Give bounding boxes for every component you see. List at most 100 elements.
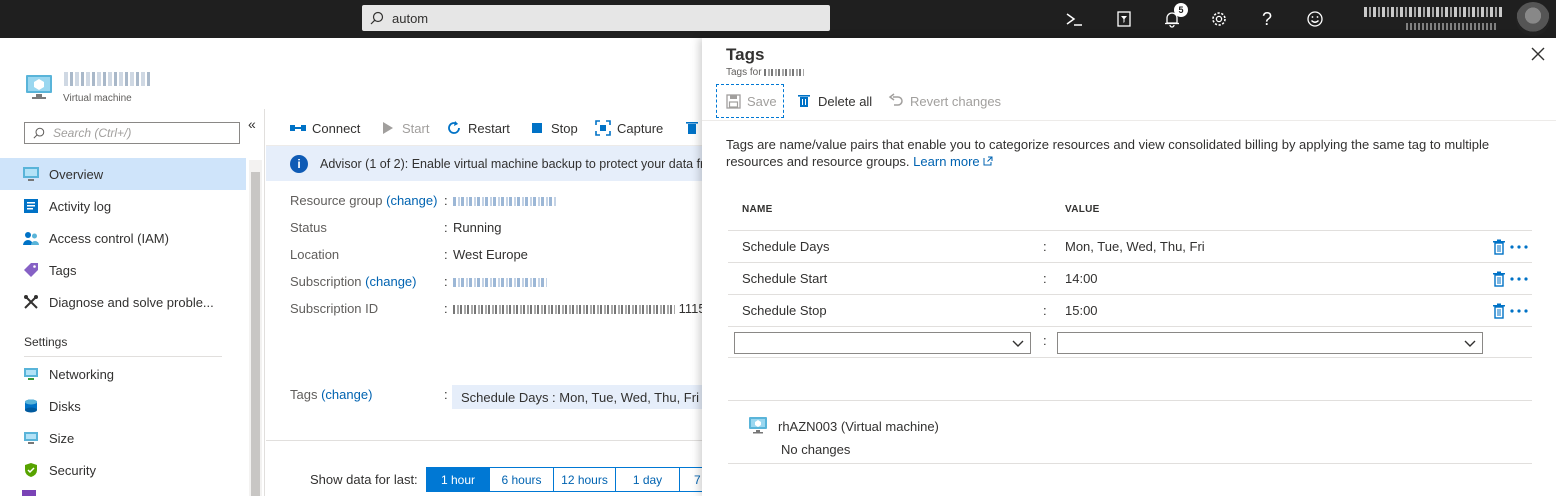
sidebar-item-access-control[interactable]: Access control (IAM) xyxy=(0,222,246,254)
sidebar-search-input[interactable]: Search (Ctrl+/) xyxy=(24,122,240,144)
tag-name[interactable]: Schedule Start xyxy=(742,271,827,286)
tags-panel: Tags Tags for Save Delete all Revert cha… xyxy=(702,38,1556,496)
sidebar-item-label: Security xyxy=(49,462,96,478)
stop-icon xyxy=(529,120,545,136)
global-search-value: autom xyxy=(392,10,429,26)
start-button[interactable]: Start xyxy=(380,120,429,136)
separator: : xyxy=(444,193,448,208)
more-options-icon[interactable] xyxy=(1509,303,1529,319)
sidebar-item-tags[interactable]: Tags xyxy=(0,254,246,286)
trash-icon[interactable] xyxy=(1492,239,1506,255)
resource-group-change-link[interactable]: (change) xyxy=(386,193,437,208)
sidebar-item-security[interactable]: Security xyxy=(0,454,246,486)
resource-header: Virtual machine xyxy=(24,72,264,112)
tag-value[interactable]: Mon, Tue, Wed, Thu, Fri xyxy=(1065,239,1205,254)
scrollbar-thumb[interactable] xyxy=(251,172,260,496)
sidebar-item-overview[interactable]: Overview xyxy=(0,158,246,190)
notifications-icon[interactable]: 5 xyxy=(1160,3,1188,31)
trash-icon[interactable] xyxy=(1492,303,1506,319)
new-tag-name-dropdown[interactable] xyxy=(734,332,1031,354)
sidebar-scrollbar[interactable] xyxy=(249,160,262,496)
more-options-icon[interactable] xyxy=(1509,271,1529,287)
sidebar-item-networking[interactable]: Networking xyxy=(0,358,246,390)
sidebar-item-label: Access control (IAM) xyxy=(49,230,169,246)
save-button[interactable]: Save xyxy=(716,84,784,118)
sidebar-search-placeholder: Search (Ctrl+/) xyxy=(53,126,132,140)
tag-value[interactable]: 14:00 xyxy=(1065,271,1098,286)
cloud-shell-icon[interactable] xyxy=(1062,7,1086,31)
tags-change-link[interactable]: (change) xyxy=(321,387,372,402)
resource-group-redacted xyxy=(453,197,557,207)
panel-divider xyxy=(702,120,1556,121)
save-icon xyxy=(725,93,741,109)
time-range-6-hours[interactable]: 6 hours xyxy=(489,467,554,492)
chevron-down-icon xyxy=(1464,340,1476,347)
separator: : xyxy=(1043,303,1047,318)
revert-changes-button[interactable]: Revert changes xyxy=(888,84,1001,118)
summary-status: No changes xyxy=(781,442,851,457)
advisor-banner[interactable]: i Advisor (1 of 2): Enable virtual machi… xyxy=(266,146,702,181)
feedback-icon[interactable] xyxy=(1303,7,1327,31)
directory-filter-icon[interactable] xyxy=(1112,7,1136,31)
time-range-label: Show data for last: xyxy=(310,472,418,487)
save-label: Save xyxy=(747,93,777,109)
subscription-value[interactable] xyxy=(453,274,547,289)
trash-icon[interactable] xyxy=(1492,271,1506,287)
global-search-input[interactable]: autom xyxy=(362,5,830,31)
sidebar-item-size[interactable]: Size xyxy=(0,422,246,454)
sidebar-section-settings: Settings xyxy=(24,335,68,349)
tag-row: Schedule Days : Mon, Tue, Wed, Thu, Fri xyxy=(728,230,1532,262)
subscription-id-redacted xyxy=(453,305,675,315)
collapse-sidebar-icon[interactable]: « xyxy=(248,116,256,132)
capture-icon xyxy=(595,120,611,136)
resource-name-redacted xyxy=(764,68,805,76)
description-text: Tags are name/value pairs that enable yo… xyxy=(726,137,1490,169)
tag-name[interactable]: Schedule Stop xyxy=(742,303,827,318)
more-options-icon[interactable] xyxy=(1509,239,1529,255)
search-icon xyxy=(370,11,384,25)
location-value: West Europe xyxy=(453,247,528,262)
chevron-down-icon xyxy=(1012,340,1024,347)
stop-button[interactable]: Stop xyxy=(529,120,578,136)
tags-label: Tags (change) xyxy=(290,387,372,402)
restart-button[interactable]: Restart xyxy=(446,120,510,136)
settings-icon[interactable] xyxy=(1207,7,1231,31)
tag-row: Schedule Stop : 15:00 xyxy=(728,294,1532,326)
subscription-change-link[interactable]: (change) xyxy=(365,274,416,289)
sidebar-item-diagnose[interactable]: Diagnose and solve proble... xyxy=(0,286,246,318)
notification-count-badge: 5 xyxy=(1174,3,1188,17)
search-icon xyxy=(33,127,45,139)
sidebar-item-label: Overview xyxy=(49,166,104,182)
account-name-redacted xyxy=(1364,7,1504,17)
sidebar-item-label: Tags xyxy=(49,262,77,278)
help-icon[interactable]: ? xyxy=(1255,7,1279,31)
network-icon xyxy=(22,365,40,383)
resource-group-value[interactable] xyxy=(453,193,557,208)
avatar[interactable] xyxy=(1516,2,1550,36)
tag-name[interactable]: Schedule Days xyxy=(742,239,829,254)
monitor-icon xyxy=(22,165,40,183)
time-range-1-day[interactable]: 1 day xyxy=(615,467,680,492)
close-icon[interactable] xyxy=(1530,46,1546,62)
disks-icon xyxy=(22,397,40,415)
time-range-1-hour[interactable]: 1 hour xyxy=(426,467,490,492)
connect-icon xyxy=(290,120,306,136)
sidebar-divider xyxy=(24,356,222,357)
sidebar-item-disks[interactable]: Disks xyxy=(0,390,246,422)
tag-chip[interactable]: Schedule Days : Mon, Tue, Wed, Thu, Fri xyxy=(452,385,702,409)
time-range-12-hours[interactable]: 12 hours xyxy=(553,467,616,492)
sidebar-item-activity-log[interactable]: Activity log xyxy=(0,190,246,222)
separator: : xyxy=(1043,239,1047,254)
separator: : xyxy=(444,220,448,235)
new-tag-value-dropdown[interactable] xyxy=(1057,332,1483,354)
revert-label: Revert changes xyxy=(910,93,1002,109)
tag-value[interactable]: 15:00 xyxy=(1065,303,1098,318)
connect-button[interactable]: Connect xyxy=(290,120,360,136)
learn-more-link[interactable]: Learn more xyxy=(913,154,993,169)
capture-button[interactable]: Capture xyxy=(595,120,663,136)
trash-icon xyxy=(684,120,700,136)
column-header-value: VALUE xyxy=(1065,204,1100,215)
account-info[interactable] xyxy=(1356,4,1504,34)
subscription-id-label: Subscription ID xyxy=(290,301,379,316)
delete-all-button[interactable]: Delete all xyxy=(796,84,872,118)
